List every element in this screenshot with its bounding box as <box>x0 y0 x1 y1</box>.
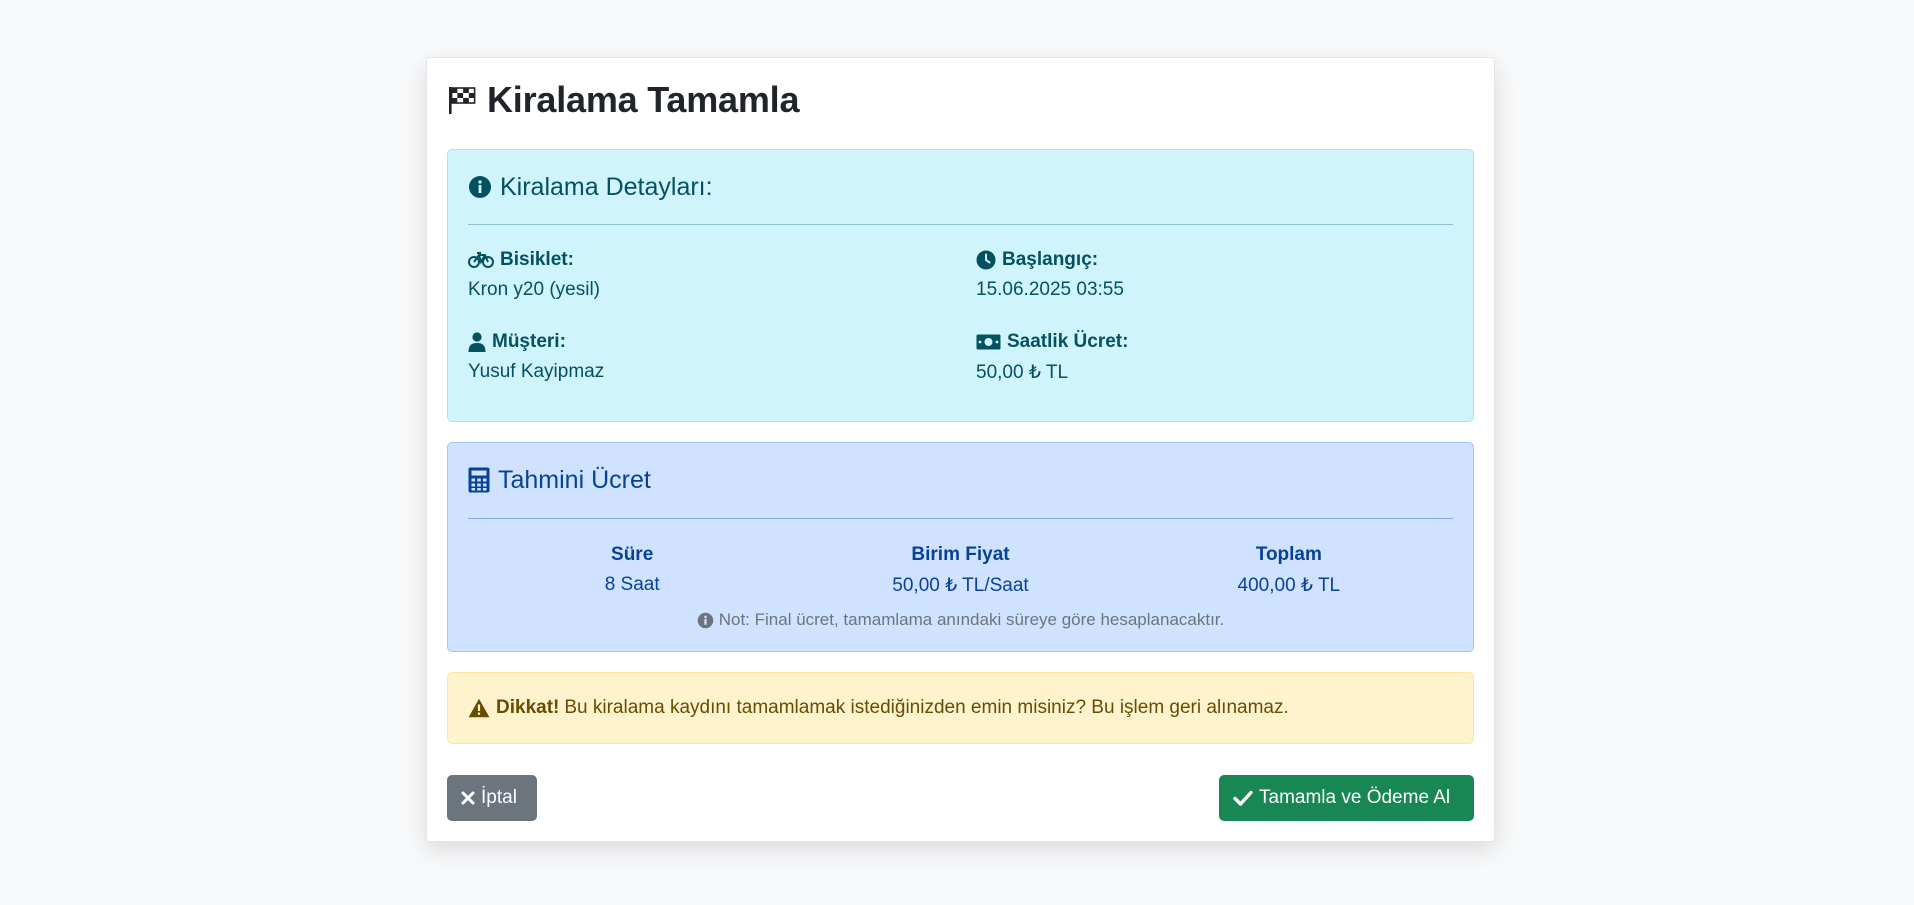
estimated-fee-heading: Tahmini Ücret <box>468 463 1453 497</box>
bike-field: Bisiklet: Kron y20 (yesil) <box>468 249 976 301</box>
bicycle-icon <box>468 251 494 269</box>
close-icon <box>461 791 475 805</box>
duration-column: Süre 8 Saat <box>468 544 796 596</box>
rental-details-heading: Kiralama Detayları: <box>468 170 1453 204</box>
start-label: Başlangıç: <box>1002 249 1099 270</box>
complete-and-pay-button-label: Tamamla ve Ödeme Al <box>1259 787 1451 808</box>
customer-value: Yusuf Kayipmaz <box>468 361 605 382</box>
hourly-rate-field: Saatlik Ücret: 50,00 ₺ TL <box>976 331 1453 383</box>
clock-icon <box>976 250 996 270</box>
bike-label: Bisiklet: <box>500 249 574 270</box>
duration-label: Süre <box>611 544 654 565</box>
bike-value: Kron y20 (yesil) <box>468 279 600 300</box>
customer-label: Müşteri: <box>492 331 566 352</box>
info-circle-icon <box>697 612 714 629</box>
duration-value: 8 Saat <box>604 574 660 595</box>
fee-note: Not: Final ücret, tamamlama anındaki sür… <box>468 610 1453 630</box>
rental-details-box: Kiralama Detayları: Bisiklet: Kron y20 (… <box>447 149 1474 422</box>
hourly-rate-label: Saatlik Ücret: <box>1007 331 1129 352</box>
start-value: 15.06.2025 03:55 <box>976 279 1124 300</box>
warning-triangle-icon <box>468 698 490 718</box>
fee-note-text: Not: Final ücret, tamamlama anındaki sür… <box>718 610 1225 629</box>
estimated-fee-heading-text: Tahmini Ücret <box>498 465 651 494</box>
warning-strong: Dikkat! <box>496 697 560 718</box>
user-icon <box>468 332 486 352</box>
calculator-icon <box>468 467 490 493</box>
rental-details-heading-text: Kiralama Detayları: <box>500 172 713 201</box>
money-bill-icon <box>976 333 1001 351</box>
warning-alert: Dikkat! Bu kiralama kaydını tamamlamak i… <box>447 672 1474 744</box>
total-column: Toplam 400,00 ₺ TL <box>1125 544 1453 596</box>
unit-price-label: Birim Fiyat <box>911 544 1010 565</box>
divider <box>468 518 1453 519</box>
complete-and-pay-button[interactable]: Tamamla ve Ödeme Al <box>1219 775 1474 821</box>
action-bar: İptal Tamamla ve Ödeme Al <box>447 775 1474 821</box>
cancel-button-label: İptal <box>481 787 517 808</box>
check-icon <box>1233 790 1253 806</box>
title-text: Kiralama Tamamla <box>487 79 800 120</box>
page-title: Kiralama Tamamla <box>447 79 1474 120</box>
hourly-rate-value: 50,00 ₺ TL <box>976 362 1069 383</box>
checkered-flag-icon <box>447 85 477 115</box>
cancel-button[interactable]: İptal <box>447 775 537 821</box>
info-circle-icon <box>468 175 492 199</box>
customer-field: Müşteri: Yusuf Kayipmaz <box>468 331 976 383</box>
estimated-fee-box: Tahmini Ücret Süre 8 Saat Birim Fiyat 50… <box>447 442 1474 652</box>
unit-price-column: Birim Fiyat 50,00 ₺ TL/Saat <box>796 544 1124 596</box>
total-value: 400,00 ₺ TL <box>1237 575 1341 596</box>
divider <box>468 224 1453 225</box>
unit-price-value: 50,00 ₺ TL/Saat <box>892 575 1029 596</box>
total-label: Toplam <box>1255 544 1322 565</box>
start-field: Başlangıç: 15.06.2025 03:55 <box>976 249 1453 301</box>
complete-rental-card: Kiralama Tamamla Kiralama Detayları: Bis… <box>426 57 1495 842</box>
warning-text: Bu kiralama kaydını tamamlamak istediğin… <box>564 697 1289 718</box>
